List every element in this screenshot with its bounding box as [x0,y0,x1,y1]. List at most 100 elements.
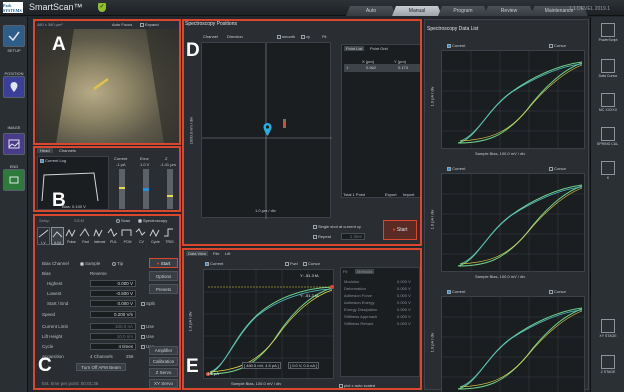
mode-interval[interactable]: Interval [93,227,106,245]
bias-sample-radio[interactable]: Sample [80,261,100,266]
smooth-checkbox[interactable]: smooth [277,34,295,39]
mode-pul[interactable]: PUL [107,227,120,245]
autofocus-button[interactable]: Auto Focus [112,22,132,27]
k-tool[interactable]: K [593,159,623,189]
bias-mode-select[interactable]: Reverse [90,271,107,276]
data-list-channel-checkbox[interactable]: Current [447,289,465,294]
start-end-input[interactable]: 0.000 V [90,300,136,307]
spring-cal-tool[interactable]: SPRING CAL. [593,125,623,155]
split-checkbox[interactable]: Split [141,301,155,306]
end-button[interactable] [3,169,25,191]
fit-button[interactable]: Fit [322,34,326,39]
data-list-cursor-checkbox[interactable]: Cursor [549,289,566,294]
tab-channels[interactable]: Channels [56,148,79,153]
spectroscopy-radio[interactable]: Spectroscopy [138,218,167,223]
acquisition-select[interactable]: 4 Channels [90,354,113,359]
data-view-plot[interactable]: Y: -51.3 fA Y: -51.3 fA [ 480.5 mV, 4.5 … [203,269,335,380]
mode-cycle[interactable]: Cycle [149,227,162,245]
tab-fit[interactable]: Fit [343,269,347,274]
dataview-xlabel: Sample Bias, 100.0 mV / div [231,381,282,386]
tab-methods[interactable]: Methods [355,269,375,274]
expand-checkbox[interactable]: Expand [140,22,159,27]
prop-stiffness-approach: Stiffness Approach [344,314,378,319]
tab-head[interactable]: Head [37,148,53,153]
xy-stage-tool[interactable]: XY STAGE [593,317,623,347]
est-time-label: Est. time per point: 00:01:36 [42,381,99,386]
tab-data-view[interactable]: Data View [186,251,209,256]
calibration-button[interactable]: Calibration [149,357,178,366]
data-list-curves [442,174,586,273]
current-limit-input[interactable]: 100.0 nA [90,323,136,330]
tab-sicm[interactable]: SICM [74,218,84,223]
point-row[interactable]: 1 0.562 0.173 [344,64,420,72]
mode-pcm[interactable]: PCM [121,227,134,245]
presets-button[interactable]: Presets [149,284,178,294]
lowest-input[interactable]: -0.500 V [90,290,136,297]
prop-adhesion-force-val: 0.000 V [397,293,411,298]
cycle-input[interactable]: 4 times [90,343,136,350]
lift-height-use[interactable]: Use [141,334,154,339]
direction-tab[interactable]: Direction [227,34,243,39]
tab-point-grid[interactable]: Point Grid [370,46,388,51]
tab-lift[interactable]: Lift [225,251,230,256]
mode-fwd[interactable]: Fwd [79,227,92,245]
turn-off-afm-beam-button[interactable]: Turn Off AFM Beam [76,363,126,371]
mode-cv[interactable]: CV [135,227,148,245]
point-marker-icon[interactable] [262,122,273,137]
z-servo-button[interactable]: Z Servo [149,368,178,377]
fwd-select[interactable]: Fwd [285,261,298,266]
data-list-card[interactable]: Current Cursor 1.0 pA / div Sample Bias,… [427,42,587,160]
repeat-checkbox[interactable]: Repeat [313,234,331,239]
tab-review[interactable]: Review [484,6,534,16]
positions-plot[interactable] [201,42,332,219]
mode-di[interactable]: d-I/d [51,227,64,245]
powerscript-tool[interactable]: PowerScript [593,21,623,51]
highest-input[interactable]: 0.000 V [90,280,136,287]
data-list-plot[interactable] [441,296,586,392]
tab-manual[interactable]: Manual [392,6,442,16]
positions-start-button[interactable]: ● Start [383,220,417,240]
bias-tip-radio[interactable]: Tip [112,261,123,266]
data-list-channel-checkbox[interactable]: Current [447,166,465,171]
mode-iv[interactable]: I-V [37,227,50,245]
mc-tool[interactable]: MC XXXXX [593,91,623,121]
tab-setup[interactable]: Setup [39,218,49,223]
position-button[interactable] [3,76,25,98]
repeat-input[interactable]: 1 time [341,233,365,240]
image-button[interactable] [3,133,25,155]
export-button[interactable]: Export [385,192,397,197]
single-shot-checkbox[interactable]: Single shot at current xy [313,224,361,229]
xy-checkbox[interactable]: xy [301,34,310,39]
xy-servo-button[interactable]: XY Servo [149,379,178,388]
channel-tab[interactable]: Channel [203,34,218,39]
data-list-card[interactable]: Current Cursor 1.0 pA / div Sample Bias,… [427,165,587,283]
options-button[interactable]: Options [149,271,178,281]
current-limit-use[interactable]: Use [141,324,154,329]
tab-program[interactable]: Program [438,6,488,16]
tab-point-list[interactable]: Point List [344,46,365,51]
dataview-channel-checkbox[interactable]: Current [205,261,223,266]
cursor-select[interactable]: Cursor [303,261,320,266]
start-button[interactable]: ● Start [149,258,178,268]
data-list-plot[interactable] [441,173,586,273]
z-stage-tool[interactable]: Z STAGE [593,353,623,383]
import-button[interactable]: Import [403,192,414,197]
speed-input[interactable]: 0.200 V/s [90,311,136,318]
setup-button[interactable] [3,25,25,47]
acquisition-count[interactable]: 256 [126,354,134,359]
data-list-channel-checkbox[interactable]: Current [447,43,465,48]
tab-file[interactable]: File [213,251,219,256]
data-list-cursor-checkbox[interactable]: Cursor [549,43,566,48]
data-list-cursor-checkbox[interactable]: Cursor [549,166,566,171]
mode-trig[interactable]: TRIG [163,227,176,245]
data-list-card[interactable]: Current Cursor 1.0 pA / div Sample Bias,… [427,288,587,392]
prop-modulus-val: 0.000 V [397,279,411,284]
data-list-plot[interactable] [441,50,586,150]
amplifier-button[interactable]: Amplifier [149,346,178,355]
mode-pulse[interactable]: Pulse [65,227,78,245]
data-cursor-tool[interactable]: Data Cursor [593,57,623,87]
scan-radio[interactable]: Scan [116,218,130,223]
lift-height-input[interactable]: 10.0 nm [90,333,136,340]
plot-auto-scaled-checkbox[interactable]: plot x auto scaled [339,383,375,388]
tab-auto[interactable]: Auto [346,6,396,16]
